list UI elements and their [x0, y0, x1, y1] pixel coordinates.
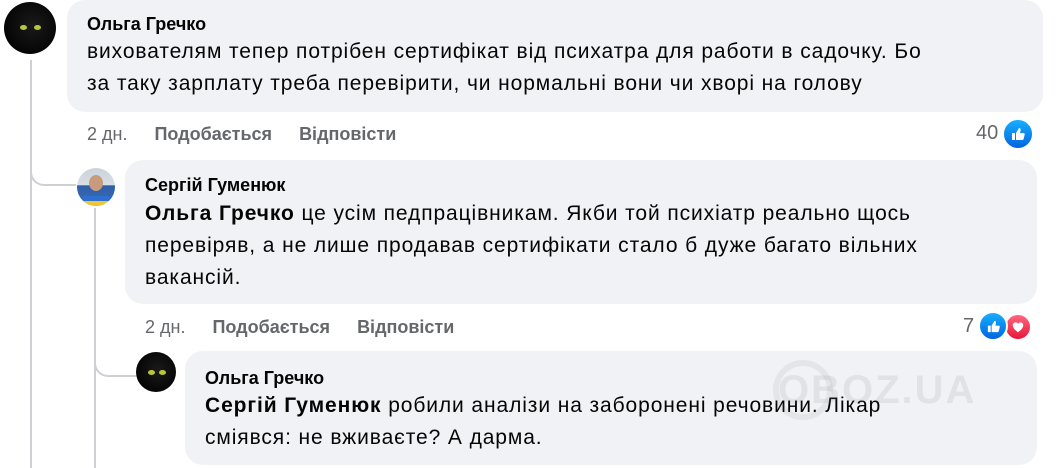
comment-actions: 2 дн. Подобається Відповісти — [87, 124, 396, 145]
reply-button[interactable]: Відповісти — [357, 317, 454, 338]
comment-author[interactable]: Ольга Гречко — [205, 368, 324, 389]
comment-line: сміявся: не вживаєте? А дарма. — [205, 426, 543, 449]
timestamp-link[interactable]: 2 дн. — [145, 317, 185, 338]
love-icon — [1004, 313, 1032, 341]
reply-button[interactable]: Відповісти — [299, 124, 396, 145]
like-icon — [1002, 118, 1034, 150]
reaction-count[interactable]: 40 — [976, 122, 998, 145]
reaction-count[interactable]: 7 — [963, 315, 974, 338]
comment-author[interactable]: Ольга Гречко — [87, 14, 206, 35]
comment-text: Ольга Гречко це усім педпрацівникам. Якб… — [145, 198, 918, 294]
comment-line: за таку зарплату треба перевірити, чи но… — [87, 72, 863, 95]
like-icon — [978, 311, 1008, 341]
comment-author[interactable]: Сергій Гуменюк — [145, 175, 285, 196]
like-button[interactable]: Подобається — [212, 317, 330, 338]
comment-line: перевіряв, а не лише продавав сертифікат… — [145, 234, 918, 257]
mention-link[interactable]: Ольга Гречко — [145, 202, 295, 225]
mention-link[interactable]: Сергій Гуменюк — [205, 394, 381, 417]
comment-text: вихователям тепер потрібен сертифікат ві… — [87, 36, 922, 100]
watermark: OBOZ.UA — [778, 368, 977, 412]
comment-line: вихователям тепер потрібен сертифікат ві… — [87, 40, 922, 63]
thread-line-reply — [94, 208, 96, 468]
man-portrait-avatar[interactable] — [77, 168, 115, 206]
thread-curve-reply-2 — [94, 345, 136, 377]
thread-line-main — [30, 60, 32, 468]
like-button[interactable]: Подобається — [154, 124, 272, 145]
comment-line: вакансій. — [145, 266, 242, 289]
timestamp-link[interactable]: 2 дн. — [87, 124, 127, 145]
comment-line: це усім педпрацівникам. Якби той психіат… — [294, 202, 911, 225]
black-cat-avatar[interactable] — [136, 352, 176, 392]
black-cat-avatar[interactable] — [4, 2, 56, 54]
thread-curve-reply-1 — [30, 150, 76, 186]
comment-actions: 2 дн. Подобається Відповісти — [145, 317, 454, 338]
